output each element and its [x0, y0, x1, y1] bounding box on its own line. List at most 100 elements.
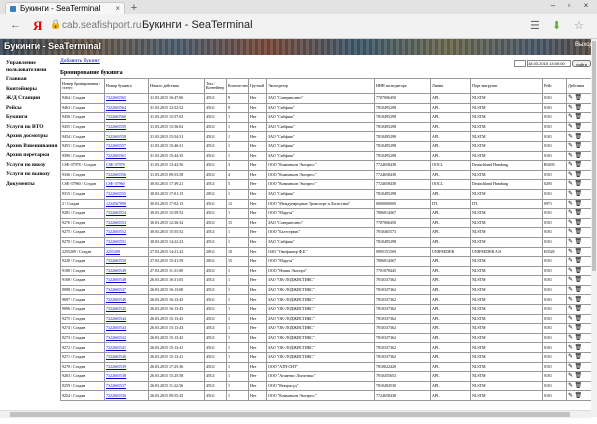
- delete-icon[interactable]: 🗑: [573, 143, 583, 149]
- booking-number-link[interactable]: 7322665561: [106, 153, 126, 158]
- booking-number-link[interactable]: 7322665546: [106, 297, 126, 302]
- booking-number-link[interactable]: CSE-37978: [106, 162, 125, 167]
- booking-number-link[interactable]: 7322665537: [106, 383, 126, 388]
- sidebar-item-documents[interactable]: Документы: [6, 181, 58, 188]
- delete-icon[interactable]: 🗑: [573, 95, 583, 101]
- delete-icon[interactable]: 🗑: [573, 345, 583, 351]
- delete-icon[interactable]: 🗑: [573, 297, 583, 303]
- booking-number-link[interactable]: 7322665544: [106, 316, 126, 321]
- booking-number-link[interactable]: 7322665545: [106, 306, 126, 311]
- horizontal-scroll-thumb[interactable]: [10, 412, 570, 417]
- horizontal-scrollbar[interactable]: [0, 410, 591, 418]
- delete-icon[interactable]: 🗑: [573, 249, 583, 255]
- delete-icon[interactable]: 🗑: [573, 134, 583, 140]
- search-button[interactable]: найти: [572, 60, 591, 67]
- table-cell: 0101: [542, 256, 567, 267]
- new-tab-button[interactable]: +: [127, 3, 141, 14]
- sidebar-item-containers[interactable]: Контейнеры: [6, 86, 58, 93]
- booking-number-link[interactable]: 7322665555: [106, 191, 126, 196]
- star-icon[interactable]: ☆: [574, 19, 584, 32]
- delete-icon[interactable]: 🗑: [573, 162, 583, 168]
- sidebar-item-users[interactable]: Управление пользователями: [6, 60, 58, 73]
- delete-icon[interactable]: 🗑: [573, 124, 583, 130]
- booking-number-link[interactable]: 7322665558: [106, 134, 126, 139]
- delete-icon[interactable]: 🗑: [573, 354, 583, 360]
- booking-number-link[interactable]: 7322665565: [106, 95, 126, 100]
- delete-icon[interactable]: 🗑: [573, 191, 583, 197]
- delete-icon[interactable]: 🗑: [573, 105, 583, 111]
- sidebar-item-bookings[interactable]: Букинги: [6, 114, 58, 121]
- booking-number-link[interactable]: 7322665564: [106, 105, 126, 110]
- delete-icon[interactable]: 🗑: [573, 210, 583, 216]
- delete-icon[interactable]: 🗑: [573, 220, 583, 226]
- delete-icon[interactable]: 🗑: [573, 172, 583, 178]
- sidebar-item-restuffing-archive[interactable]: Архив перетарки: [6, 152, 58, 159]
- booking-number-link[interactable]: 7322665547: [106, 287, 126, 292]
- vertical-scroll-thumb[interactable]: [592, 41, 596, 271]
- delete-icon[interactable]: 🗑: [573, 239, 583, 245]
- add-booking-link[interactable]: Добавить букинг: [60, 58, 100, 64]
- yandex-logo-icon[interactable]: Я: [33, 18, 42, 34]
- delete-icon[interactable]: 🗑: [573, 229, 583, 235]
- booking-number-link[interactable]: 2255209: [106, 249, 120, 254]
- booking-number-link[interactable]: 7322665556: [106, 172, 126, 177]
- table-cell: 5: [226, 179, 249, 190]
- search-date-input[interactable]: [527, 60, 572, 67]
- delete-icon[interactable]: 🗑: [573, 268, 583, 274]
- booking-number-link[interactable]: 7322665542: [106, 335, 126, 340]
- booking-number-link[interactable]: 7322665536: [106, 393, 126, 398]
- delete-icon[interactable]: 🗑: [573, 364, 583, 370]
- booking-number-link[interactable]: 7322665559: [106, 124, 126, 129]
- booking-number-link[interactable]: 7322665554: [106, 210, 126, 215]
- booking-number-link[interactable]: 1234567890: [106, 201, 126, 206]
- sidebar-item-weighing-archive[interactable]: Архив Взвешивания: [6, 143, 58, 150]
- vertical-scrollbar[interactable]: [591, 39, 597, 417]
- delete-icon[interactable]: 🗑: [573, 316, 583, 322]
- booking-number-link[interactable]: 7322665553: [106, 220, 126, 225]
- sidebar-item-vto-services[interactable]: Услуги по ВТО: [6, 124, 58, 131]
- delete-icon[interactable]: 🗑: [573, 335, 583, 341]
- minimize-icon[interactable]: –: [545, 0, 561, 12]
- booking-number-link[interactable]: 7322665541: [106, 345, 126, 350]
- booking-number-link[interactable]: 7322665543: [106, 325, 126, 330]
- search-filter-field[interactable]: [513, 60, 526, 67]
- delete-icon[interactable]: 🗑: [573, 393, 583, 399]
- sidebar-item-voyages[interactable]: Рейсы: [6, 105, 58, 112]
- booking-number-link[interactable]: CSE-37960: [106, 181, 125, 186]
- booking-number-link[interactable]: 7322665551: [106, 239, 126, 244]
- booking-number-link[interactable]: 7322665539: [106, 364, 126, 369]
- sidebar-item-import-services[interactable]: Услуги по ввозу: [6, 162, 58, 169]
- booking-number-link[interactable]: 7322665550: [106, 258, 126, 263]
- delete-icon[interactable]: 🗑: [573, 325, 583, 331]
- booking-number-link[interactable]: 7322665560: [106, 114, 126, 119]
- delete-icon[interactable]: 🗑: [573, 287, 583, 293]
- menu-icon[interactable]: ☰: [530, 19, 540, 32]
- download-icon[interactable]: ⬇: [552, 19, 561, 32]
- sidebar-item-export-services[interactable]: Услуги по вывозу: [6, 171, 58, 178]
- sidebar-item-inspections-archive[interactable]: Архив досмотры: [6, 133, 58, 140]
- delete-icon[interactable]: 🗑: [573, 114, 583, 120]
- close-window-icon[interactable]: ×: [578, 0, 594, 12]
- table-cell: 45G1: [204, 93, 227, 104]
- booking-number-link[interactable]: 7322665540: [106, 354, 126, 359]
- delete-icon[interactable]: 🗑: [573, 277, 583, 283]
- url-field[interactable]: cab.seafishport.ru: [62, 20, 142, 31]
- booking-number-link[interactable]: 7322665549: [106, 268, 126, 273]
- delete-icon[interactable]: 🗑: [573, 258, 583, 264]
- booking-number-link[interactable]: 7322665548: [106, 277, 126, 282]
- delete-icon[interactable]: 🗑: [573, 153, 583, 159]
- booking-number-link[interactable]: 7322665538: [106, 373, 126, 378]
- delete-icon[interactable]: 🗑: [573, 373, 583, 379]
- booking-number-link[interactable]: 7322665552: [106, 229, 126, 234]
- delete-icon[interactable]: 🗑: [573, 201, 583, 207]
- sidebar-item-rail-stations[interactable]: Ж/Д Станции: [6, 95, 58, 102]
- booking-number-link[interactable]: 7322665557: [106, 143, 126, 148]
- maximize-icon[interactable]: ▫: [561, 0, 577, 12]
- back-button[interactable]: ←: [10, 19, 21, 31]
- delete-icon[interactable]: 🗑: [573, 181, 583, 187]
- delete-icon[interactable]: 🗑: [573, 383, 583, 389]
- sidebar-item-home[interactable]: Главная: [6, 76, 58, 83]
- delete-icon[interactable]: 🗑: [573, 306, 583, 312]
- browser-tab[interactable]: Букинги - SeaTerminal ×: [5, 2, 125, 14]
- close-tab-icon[interactable]: ×: [115, 3, 120, 14]
